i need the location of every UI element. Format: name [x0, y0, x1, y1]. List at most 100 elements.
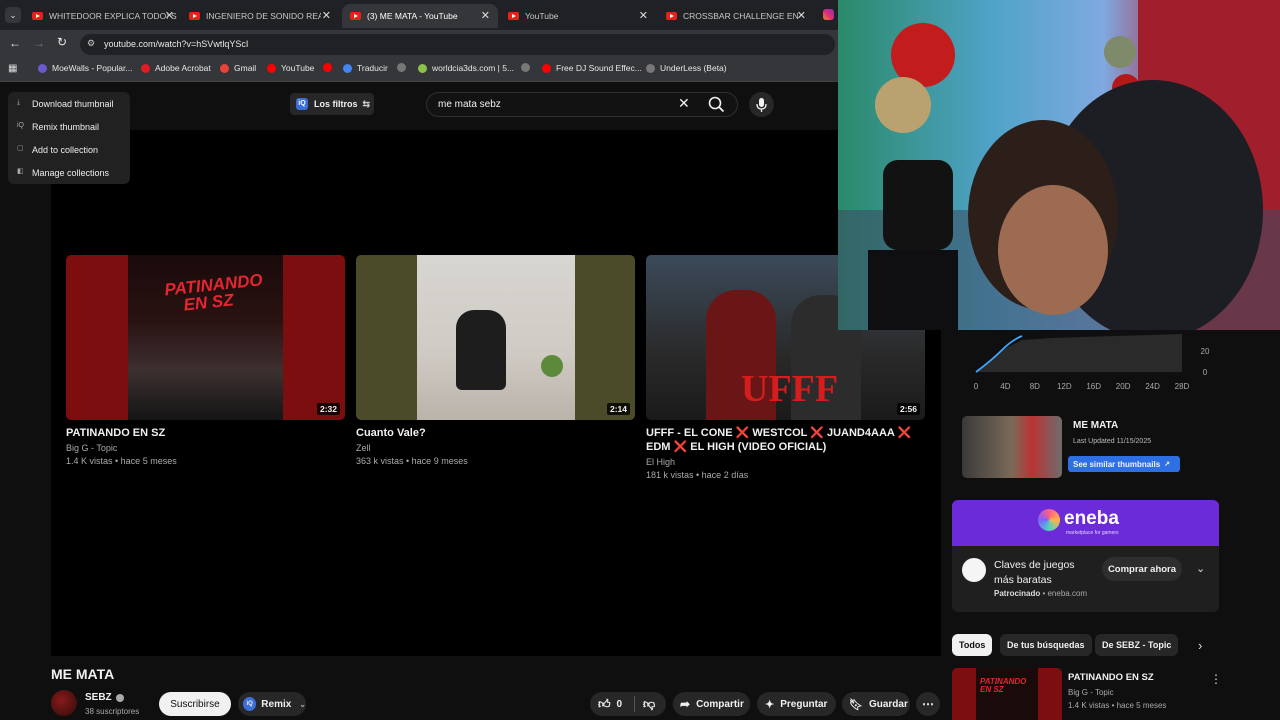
recommended-title: PATINANDO EN SZ: [1068, 672, 1154, 683]
ad-brand: eneba: [1064, 508, 1119, 529]
ask-button[interactable]: ✦ Preguntar: [757, 692, 836, 716]
sparkle-icon: ✦: [765, 698, 775, 711]
ad-card[interactable]: eneba marketplace for gamers Claves de j…: [952, 500, 1219, 612]
site-info-icon[interactable]: ⚙: [87, 38, 95, 49]
video-thumbnail[interactable]: PATINANDO EN SZ 2:32: [66, 255, 345, 420]
bookmark-item[interactable]: MoeWalls - Popular...: [38, 63, 132, 73]
channel-name[interactable]: Big G - Topic: [66, 443, 117, 453]
bookmark-item[interactable]: Traducir: [343, 63, 388, 73]
x-tick-label: 4D: [1000, 382, 1010, 391]
bookmark-item[interactable]: Gmail: [220, 63, 256, 73]
bookmark-item[interactable]: YouTube: [267, 63, 314, 73]
instagram-favicon-icon[interactable]: [823, 9, 834, 20]
see-similar-button[interactable]: See similar thumbnails ↗: [1068, 456, 1180, 472]
bookmark-favicon-icon: [141, 63, 150, 73]
bookmark-favicon-icon: [38, 63, 47, 73]
browser-tab[interactable]: CROSSBAR CHALLENGE EN ESP ✕: [658, 4, 814, 28]
views-chart-panel: 0 4D 8D 12D 16D 20D 24D 28D 20 0: [962, 330, 1218, 400]
browser-tab[interactable]: WHITEDOOR EXPLICA TODO: S ✕: [26, 4, 182, 28]
bookmark-item[interactable]: [397, 63, 411, 72]
search-value: me mata sebz: [438, 99, 501, 110]
bookmark-favicon-icon: [267, 63, 276, 73]
dislike-button[interactable]: 👎︎: [635, 692, 655, 716]
webcam-overlay: [838, 0, 1280, 330]
chevron-right-icon[interactable]: ›: [1198, 638, 1202, 653]
thumbnail-image: [976, 668, 1038, 720]
apps-grid-icon[interactable]: ▦: [8, 63, 17, 74]
share-button[interactable]: ➦ Compartir: [673, 692, 750, 716]
bookmark-item[interactable]: [323, 63, 337, 72]
close-tab-icon[interactable]: ✕: [639, 9, 648, 22]
chip-label: Todos: [959, 640, 986, 650]
shop-now-button[interactable]: Comprar ahora: [1102, 557, 1182, 581]
video-title[interactable]: Cuanto Vale?: [356, 426, 638, 440]
chip-from-channel[interactable]: De SEBZ - Topic: [1095, 634, 1179, 656]
verified-icon: [115, 693, 124, 702]
chip-all[interactable]: Todos: [952, 634, 993, 656]
video-title[interactable]: PATINANDO EN SZ: [66, 426, 348, 440]
tab-search-button[interactable]: ⌄: [5, 7, 21, 23]
webcam-image: [838, 0, 1280, 330]
voice-search-button[interactable]: [749, 92, 774, 117]
channel-name[interactable]: Zell: [356, 443, 371, 453]
like-dislike-group: 👍︎ 0 👎︎: [590, 692, 666, 716]
subscribe-button[interactable]: Suscribirse: [159, 692, 231, 716]
chevron-down-icon[interactable]: ⌄: [1196, 562, 1205, 575]
channel-name[interactable]: SEBZ: [85, 692, 124, 703]
bookmark-item[interactable]: Free DJ Sound Effec...: [542, 63, 642, 73]
back-icon[interactable]: ←: [9, 36, 21, 50]
more-actions-button[interactable]: ⋯: [916, 692, 940, 716]
menu-item-download-thumbnail[interactable]: ⤓ Download thumbnail: [8, 92, 130, 115]
tab-label: WHITEDOOR EXPLICA TODO: S: [49, 11, 177, 21]
ad-sponsor: Patrocinado: [994, 589, 1041, 598]
more-vertical-icon[interactable]: ⋮: [1210, 672, 1222, 686]
save-button[interactable]: 🔖︎ Guardar: [842, 692, 910, 716]
browser-tab-active[interactable]: (3) ME MATA - YouTube ✕: [342, 4, 498, 28]
x-tick-label: 28D: [1175, 382, 1190, 391]
channel-avatar[interactable]: [51, 690, 77, 716]
search-input[interactable]: me mata sebz: [426, 92, 738, 117]
shop-now-label: Comprar ahora: [1107, 563, 1177, 575]
y-tick-label: 20: [1201, 347, 1210, 356]
recommended-thumbnail[interactable]: PATINANDO EN SZ: [952, 668, 1062, 720]
forward-icon[interactable]: →: [33, 36, 45, 50]
browser-tab[interactable]: INGENIERO DE SONIDO REACC ✕: [183, 4, 339, 28]
browser-tab[interactable]: YouTube ✕: [500, 4, 656, 28]
video-thumbnail[interactable]: 2:14: [356, 255, 635, 420]
ad-banner[interactable]: eneba marketplace for gamers: [952, 500, 1219, 546]
chip-from-searches[interactable]: De tus búsquedas: [1000, 634, 1092, 656]
remix-button[interactable]: iQ Remix ⌄: [238, 692, 306, 716]
close-tab-icon[interactable]: ✕: [481, 9, 490, 22]
menu-item-remix-thumbnail[interactable]: iQ Remix thumbnail: [8, 115, 130, 138]
save-label: Guardar: [868, 698, 908, 710]
microphone-icon: [756, 98, 767, 112]
video-meta: 181 k vistas • hace 2 días: [646, 470, 749, 480]
filters-button[interactable]: iQ Los filtros ⇆: [290, 93, 374, 115]
reload-icon[interactable]: ↻: [57, 35, 67, 49]
channel-name[interactable]: El High: [646, 457, 675, 467]
bookmark-label: MoeWalls - Popular...: [52, 63, 133, 73]
video-title[interactable]: UFFF - EL CONE ❌ WESTCOL ❌ JUAND4AAA ❌ E…: [646, 426, 928, 454]
bookmark-item[interactable]: [521, 63, 535, 72]
bookmark-favicon-icon: [343, 63, 352, 73]
clear-search-icon[interactable]: ✕: [678, 95, 690, 112]
recommended-video[interactable]: PATINANDO EN SZ PATINANDO EN SZ Big G - T…: [952, 668, 1222, 720]
tab-label: YouTube: [525, 11, 559, 21]
menu-item-add-to-collection[interactable]: ▢ Add to collection: [8, 138, 130, 161]
close-tab-icon[interactable]: ✕: [322, 9, 331, 22]
bookmark-label: Traducir: [357, 63, 388, 73]
recommended-meta: 1.4 K vistas • hace 5 meses: [1068, 701, 1167, 710]
search-button[interactable]: [704, 92, 729, 117]
chip-label: De SEBZ - Topic: [1102, 640, 1172, 650]
bookmark-item[interactable]: worldcia3ds.com | 5...: [418, 63, 514, 73]
url-field[interactable]: ⚙ youtube.com/watch?v=hSVwtlqYScI: [80, 34, 835, 55]
menu-item-manage-collections[interactable]: ◧ Manage collections: [8, 161, 130, 184]
video-meta: 1.4 K vistas • hace 5 meses: [66, 456, 177, 466]
card-thumbnail[interactable]: [962, 416, 1062, 478]
like-button[interactable]: 👍︎ 0: [590, 692, 634, 716]
bookmark-item[interactable]: Adobe Acrobat: [141, 63, 211, 73]
close-tab-icon[interactable]: ✕: [797, 9, 806, 22]
duration-badge: 2:32: [316, 403, 340, 415]
bookmark-item[interactable]: UnderLess (Beta): [646, 63, 727, 73]
close-tab-icon[interactable]: ✕: [165, 9, 174, 22]
